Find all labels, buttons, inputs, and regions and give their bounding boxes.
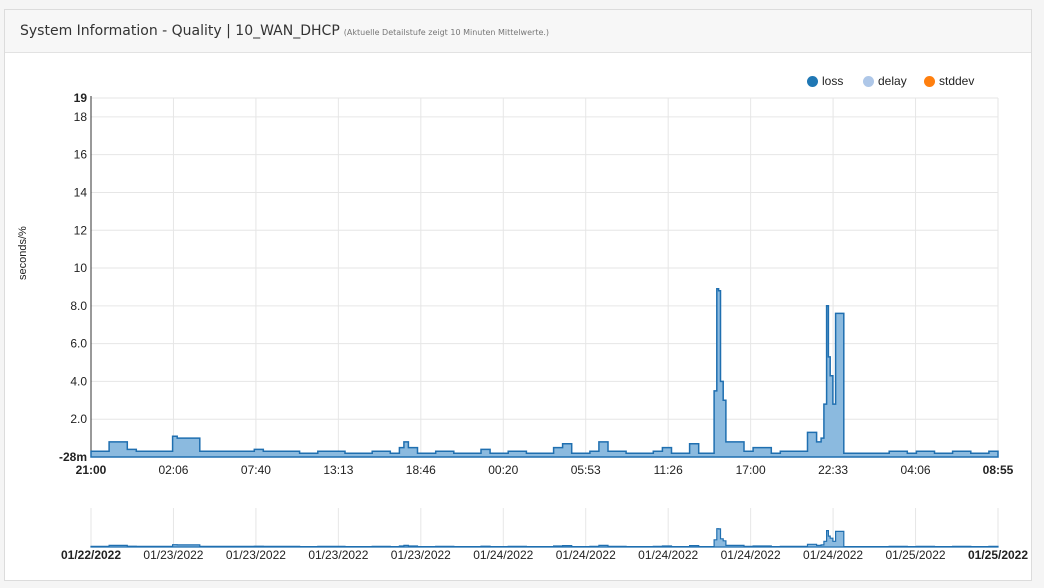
nav-tick-label: 01/24/2022: [473, 548, 533, 562]
nav-tick-label: 01/22/2022: [61, 548, 121, 562]
y-tick-label: 2.0: [70, 412, 87, 426]
nav-tick-label: 01/25/2022: [968, 548, 1028, 562]
y-tick-label: 6.0: [70, 337, 87, 351]
x-tick-label: 04:06: [901, 463, 931, 477]
x-tick-label: 22:33: [818, 463, 848, 477]
nav-loss-series: [90, 528, 999, 548]
x-tick-label: 13:13: [323, 463, 353, 477]
y-tick-label: 10: [74, 261, 88, 275]
y-tick-label: 16: [74, 148, 88, 162]
x-tick-label: 07:40: [241, 463, 271, 477]
y-tick-label: 14: [74, 185, 88, 199]
y-tick-label: -28m: [59, 450, 87, 464]
x-tick-label: 08:55: [983, 463, 1014, 477]
loss-series: [90, 288, 999, 458]
y-tick-label: 19: [74, 91, 88, 105]
y-tick-label: 18: [74, 110, 88, 124]
nav-tick-label: 01/23/2022: [391, 548, 451, 562]
x-tick-label: 17:00: [736, 463, 766, 477]
nav-tick-label: 01/24/2022: [721, 548, 781, 562]
x-tick-label: 18:46: [406, 463, 436, 477]
nav-tick-label: 01/23/2022: [143, 548, 203, 562]
y-tick-label: 4.0: [70, 374, 87, 388]
x-tick-label: 21:00: [76, 463, 107, 477]
nav-tick-label: 01/24/2022: [556, 548, 616, 562]
x-tick-label: 00:20: [488, 463, 518, 477]
x-tick-label: 11:26: [654, 463, 683, 477]
x-tick-label: 02:06: [158, 463, 188, 477]
y-tick-label: 8.0: [70, 299, 87, 313]
nav-tick-label: 01/24/2022: [803, 548, 863, 562]
x-tick-label: 05:53: [571, 463, 601, 477]
nav-tick-label: 01/23/2022: [308, 548, 368, 562]
nav-tick-label: 01/24/2022: [638, 548, 698, 562]
quality-chart: 21:00 02:06 07:40 13:13 18:46 00:20 05:53 11:26…: [59, 91, 1028, 562]
nav-tick-label: 01/25/2022: [886, 548, 946, 562]
y-tick-label: 12: [74, 223, 88, 237]
nav-tick-label: 01/23/2022: [226, 548, 286, 562]
